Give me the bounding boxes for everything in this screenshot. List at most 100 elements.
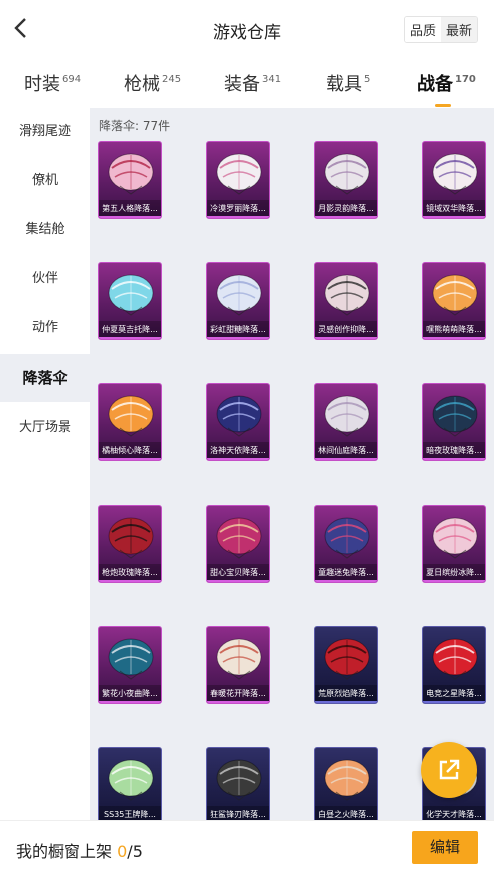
rarity-bar — [99, 701, 161, 703]
item-count-label: 降落伞: 77件 — [99, 119, 171, 133]
showcase-label: 我的橱窗上架 0/5 — [16, 838, 143, 862]
tab-fashion[interactable]: 时装 694 — [24, 70, 81, 96]
rarity-bar — [423, 216, 485, 218]
parachute-item-card[interactable]: 仲夏莫吉托降... — [98, 262, 162, 340]
tab-guns[interactable]: 枪械 245 — [124, 70, 181, 96]
parachute-item-card[interactable]: 灵感创作抑降... — [314, 262, 378, 340]
rarity-bar — [315, 216, 377, 218]
parachute-item-card[interactable]: 冷漠罗丽降落... — [206, 141, 270, 219]
rarity-bar — [315, 458, 377, 460]
sidebar-item-rally-pod[interactable]: 集结舱 — [0, 206, 90, 254]
parachute-icon — [432, 638, 478, 680]
parachute-icon — [324, 274, 370, 316]
rarity-bar — [207, 337, 269, 339]
parachute-item-card[interactable]: 洛神天依降落... — [206, 383, 270, 461]
rarity-bar — [99, 458, 161, 460]
parachute-item-card[interactable]: 嘿熊萌萌降落... — [422, 262, 486, 340]
showcase-total: /5 — [127, 842, 143, 861]
parachute-item-card[interactable]: 白昼之火降落... — [314, 747, 378, 820]
tab-label: 装备 — [224, 74, 260, 95]
parachute-item-card[interactable]: 荒原烈焰降落... — [314, 626, 378, 704]
sidebar-item-parachute[interactable]: 降落伞 — [0, 354, 90, 402]
item-name: 狂鲨锋刃降落... — [207, 806, 269, 820]
showcase-count: 0 — [117, 842, 128, 861]
tab-count: 694 — [62, 74, 82, 85]
item-name: 化学天才降落... — [423, 806, 485, 820]
parachute-icon — [432, 274, 478, 316]
edit-button[interactable]: 编辑 — [412, 831, 478, 864]
parachute-icon — [216, 153, 262, 195]
parachute-icon — [324, 638, 370, 680]
parachute-icon — [108, 274, 154, 316]
tab-label: 时装 — [24, 74, 60, 95]
showcase-footer: 我的橱窗上架 0/5 编辑 — [0, 820, 494, 875]
rarity-bar — [423, 580, 485, 582]
parachute-icon — [324, 759, 370, 801]
parachute-item-card[interactable]: 甜心宝贝降落... — [206, 505, 270, 583]
external-link-icon — [439, 759, 460, 780]
sort-newest-option[interactable]: 最新 — [440, 17, 477, 42]
rarity-bar — [207, 580, 269, 582]
parachute-item-card[interactable]: 电竞之星降落... — [422, 626, 486, 704]
sidebar-item-glide-trail[interactable]: 滑翔尾迹 — [0, 108, 90, 156]
sidebar: 滑翔尾迹 僚机 集结舱 伙伴 动作 降落伞 大厅场景 — [0, 108, 90, 820]
parachute-icon — [216, 395, 262, 437]
parachute-item-card[interactable]: 月影灵韵降落... — [314, 141, 378, 219]
parachute-icon — [216, 638, 262, 680]
tab-label: 战备 — [417, 74, 453, 95]
sidebar-item-companion[interactable]: 伙伴 — [0, 255, 90, 303]
category-tabs: 时装 694 枪械 245 装备 341 载具 5 战备 170 — [0, 60, 494, 107]
parachute-item-card[interactable]: SS35王牌降... — [98, 747, 162, 820]
rarity-bar — [207, 458, 269, 460]
active-tab-indicator — [435, 104, 451, 107]
parachute-icon — [108, 759, 154, 801]
tab-label: 枪械 — [124, 74, 160, 95]
parachute-icon — [108, 638, 154, 680]
parachute-icon — [432, 153, 478, 195]
parachute-item-card[interactable]: 林间仙庭降落... — [314, 383, 378, 461]
parachute-icon — [216, 274, 262, 316]
rarity-bar — [315, 337, 377, 339]
item-name: SS35王牌降... — [99, 806, 161, 820]
parachute-icon — [324, 395, 370, 437]
share-button[interactable] — [421, 742, 477, 798]
parachute-icon — [432, 517, 478, 559]
item-name: 白昼之火降落... — [315, 806, 377, 820]
parachute-item-card[interactable]: 夏日缤纷冰降... — [422, 505, 486, 583]
parachute-item-card[interactable]: 暗夜玫瑰降落... — [422, 383, 486, 461]
sidebar-item-lobby-scene[interactable]: 大厅场景 — [0, 404, 90, 452]
rarity-bar — [207, 216, 269, 218]
header: 游戏仓库 品质 最新 — [0, 0, 494, 58]
sort-toggle: 品质 最新 — [403, 16, 478, 43]
rarity-bar — [99, 337, 161, 339]
sidebar-item-wingman[interactable]: 僚机 — [0, 157, 90, 205]
sort-quality-option[interactable]: 品质 — [404, 17, 441, 42]
rarity-bar — [315, 580, 377, 582]
parachute-item-card[interactable]: 橘柚倾心降落... — [98, 383, 162, 461]
parachute-item-card[interactable]: 繁花小夜曲降... — [98, 626, 162, 704]
sidebar-item-emote[interactable]: 动作 — [0, 304, 90, 352]
tab-battle-prep[interactable]: 战备 170 — [417, 70, 476, 107]
parachute-item-card[interactable]: 第五人格降落... — [98, 141, 162, 219]
rarity-bar — [207, 701, 269, 703]
parachute-item-card[interactable]: 镜域双华降落... — [422, 141, 486, 219]
parachute-item-card[interactable]: 枪炮玫瑰降落... — [98, 505, 162, 583]
parachute-icon — [108, 395, 154, 437]
parachute-icon — [432, 395, 478, 437]
parachute-item-card[interactable]: 彩虹甜糖降落... — [206, 262, 270, 340]
tab-equipment[interactable]: 装备 341 — [224, 70, 281, 96]
parachute-icon — [108, 153, 154, 195]
tab-count: 5 — [364, 74, 371, 85]
item-grid-panel: 降落伞: 77件 第五人格降落... 冷漠罗丽降落... 月影灵韵降落... 镜域双华… — [90, 108, 494, 820]
parachute-item-card[interactable]: 童趣迷兔降落... — [314, 505, 378, 583]
rarity-bar — [423, 701, 485, 703]
showcase-text: 我的橱窗上架 — [16, 842, 113, 861]
parachute-icon — [324, 517, 370, 559]
rarity-bar — [423, 337, 485, 339]
tab-vehicles[interactable]: 载具 5 — [326, 70, 370, 96]
rarity-bar — [423, 458, 485, 460]
tab-count: 170 — [455, 74, 476, 85]
tab-label: 载具 — [326, 74, 362, 95]
parachute-item-card[interactable]: 狂鲨锋刃降落... — [206, 747, 270, 820]
parachute-item-card[interactable]: 春暖花开降落... — [206, 626, 270, 704]
